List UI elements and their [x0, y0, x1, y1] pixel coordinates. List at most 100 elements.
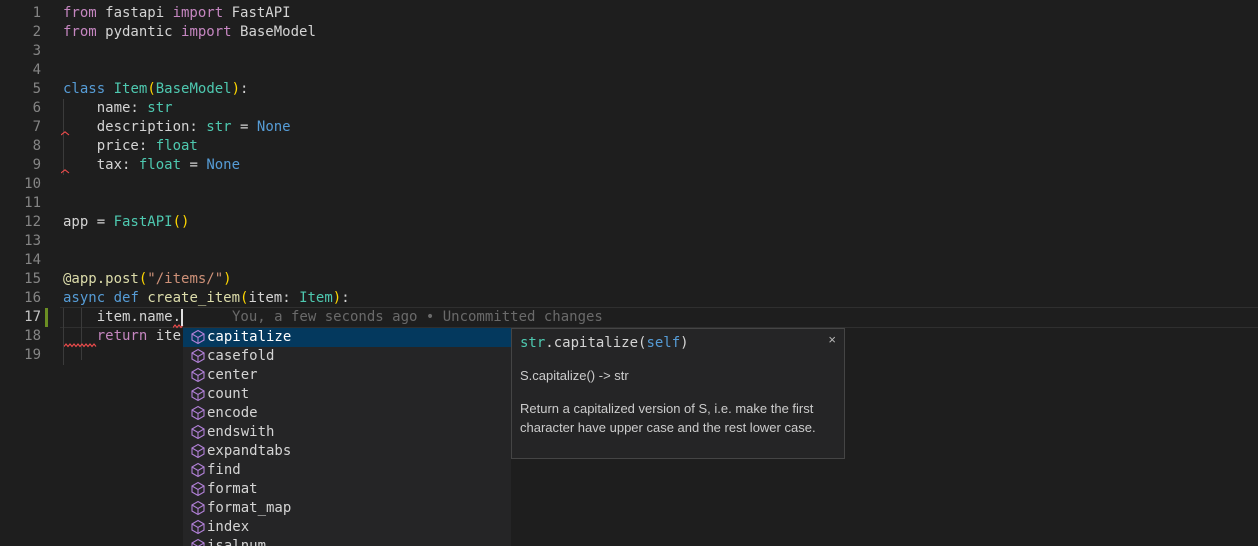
code-token: :: [240, 81, 248, 97]
code-line[interactable]: async def create_item(item: Item):: [63, 289, 350, 308]
code-token: BaseModel: [156, 81, 232, 97]
line-number[interactable]: 17: [0, 308, 41, 327]
code-token: self: [646, 335, 680, 351]
code-token: def: [114, 290, 139, 306]
code-line[interactable]: tax: float = None: [63, 156, 240, 175]
method-icon: [190, 424, 206, 440]
method-icon: [190, 519, 206, 535]
line-number[interactable]: 6: [0, 99, 41, 118]
method-icon: [190, 348, 206, 364]
suggest-item-find[interactable]: find: [183, 461, 511, 480]
code-token: [105, 81, 113, 97]
line-number[interactable]: 5: [0, 80, 41, 99]
code-line[interactable]: class Item(BaseModel):: [63, 80, 248, 99]
suggest-item-isalnum[interactable]: isalnum: [183, 537, 511, 546]
suggest-item-label: capitalize: [207, 328, 291, 347]
suggest-item-center[interactable]: center: [183, 366, 511, 385]
suggest-item-format_map[interactable]: format_map: [183, 499, 511, 518]
code-token: "/items/": [147, 271, 223, 287]
indent-guide: [81, 308, 82, 360]
suggest-item-casefold[interactable]: casefold: [183, 347, 511, 366]
suggest-item-index[interactable]: index: [183, 518, 511, 537]
line-number[interactable]: 8: [0, 137, 41, 156]
code-line[interactable]: price: float: [63, 137, 198, 156]
code-token: item:: [248, 290, 299, 306]
line-number[interactable]: 3: [0, 42, 41, 61]
line-number[interactable]: 14: [0, 251, 41, 270]
code-token: Item: [299, 290, 333, 306]
code-token: None: [257, 119, 291, 135]
line-number[interactable]: 9: [0, 156, 41, 175]
line-number[interactable]: 13: [0, 232, 41, 251]
error-squiggle: [64, 343, 97, 348]
line-number[interactable]: 15: [0, 270, 41, 289]
code-token: str: [520, 335, 545, 351]
code-token: :: [341, 290, 349, 306]
code-token: ): [333, 290, 341, 306]
docs-summary: S.capitalize() -> str: [520, 367, 629, 384]
suggest-item-label: encode: [207, 404, 258, 423]
suggest-item-capitalize[interactable]: capitalize: [183, 328, 511, 347]
suggest-item-label: index: [207, 518, 249, 537]
code-token: async: [63, 290, 105, 306]
code-token: str: [206, 119, 231, 135]
code-line[interactable]: app = FastAPI(): [63, 213, 189, 232]
code-token: =: [232, 119, 257, 135]
vscode-editor[interactable]: 12345678910111213141516171819 from fasta…: [0, 0, 1258, 546]
code-token: tax:: [63, 157, 139, 173]
code-token: =: [181, 157, 206, 173]
suggest-item-label: endswith: [207, 423, 274, 442]
suggest-item-label: format_map: [207, 499, 291, 518]
code-token: description:: [63, 119, 206, 135]
line-number[interactable]: 16: [0, 289, 41, 308]
suggest-item-label: isalnum: [207, 537, 266, 546]
code-token: ): [223, 271, 231, 287]
method-icon: [190, 405, 206, 421]
code-token: ite: [147, 328, 181, 344]
method-icon: [190, 462, 206, 478]
code-token: FastAPI: [223, 5, 290, 21]
method-icon: [190, 443, 206, 459]
code-token: float: [156, 138, 198, 154]
suggest-item-label: casefold: [207, 347, 274, 366]
code-line[interactable]: name: str: [63, 99, 173, 118]
line-number[interactable]: 1: [0, 4, 41, 23]
line-number[interactable]: 2: [0, 23, 41, 42]
line-number[interactable]: 19: [0, 346, 41, 365]
error-squiggle: [61, 169, 70, 174]
code-token: Item: [114, 81, 148, 97]
code-token: return: [97, 328, 148, 344]
suggest-item-endswith[interactable]: endswith: [183, 423, 511, 442]
code-line[interactable]: from pydantic import BaseModel: [63, 23, 316, 42]
line-number[interactable]: 18: [0, 327, 41, 346]
code-token: app =: [63, 214, 114, 230]
code-token: (): [173, 214, 190, 230]
method-icon: [190, 367, 206, 383]
code-line[interactable]: @app.post("/items/"): [63, 270, 232, 289]
suggest-item-format[interactable]: format: [183, 480, 511, 499]
code-token: @app.post: [63, 271, 139, 287]
method-icon: [190, 329, 206, 345]
code-token: pydantic: [97, 24, 181, 40]
code-token: ): [232, 81, 240, 97]
suggest-item-count[interactable]: count: [183, 385, 511, 404]
code-token: import: [181, 24, 232, 40]
code-token: price:: [63, 138, 156, 154]
line-number[interactable]: 7: [0, 118, 41, 137]
indent-guide: [63, 308, 64, 365]
suggest-widget: capitalizecasefoldcentercountencodeendsw…: [183, 328, 511, 546]
suggest-item-encode[interactable]: encode: [183, 404, 511, 423]
close-icon[interactable]: ×: [828, 332, 836, 348]
line-number[interactable]: 12: [0, 213, 41, 232]
code-token: [105, 290, 113, 306]
suggest-item-expandtabs[interactable]: expandtabs: [183, 442, 511, 461]
line-number[interactable]: 11: [0, 194, 41, 213]
indent-guide: [63, 99, 64, 175]
method-icon: [190, 386, 206, 402]
suggest-item-label: count: [207, 385, 249, 404]
line-number[interactable]: 10: [0, 175, 41, 194]
code-line[interactable]: from fastapi import FastAPI: [63, 4, 291, 23]
code-token: from: [63, 5, 97, 21]
line-number[interactable]: 4: [0, 61, 41, 80]
code-line[interactable]: description: str = None: [63, 118, 291, 137]
